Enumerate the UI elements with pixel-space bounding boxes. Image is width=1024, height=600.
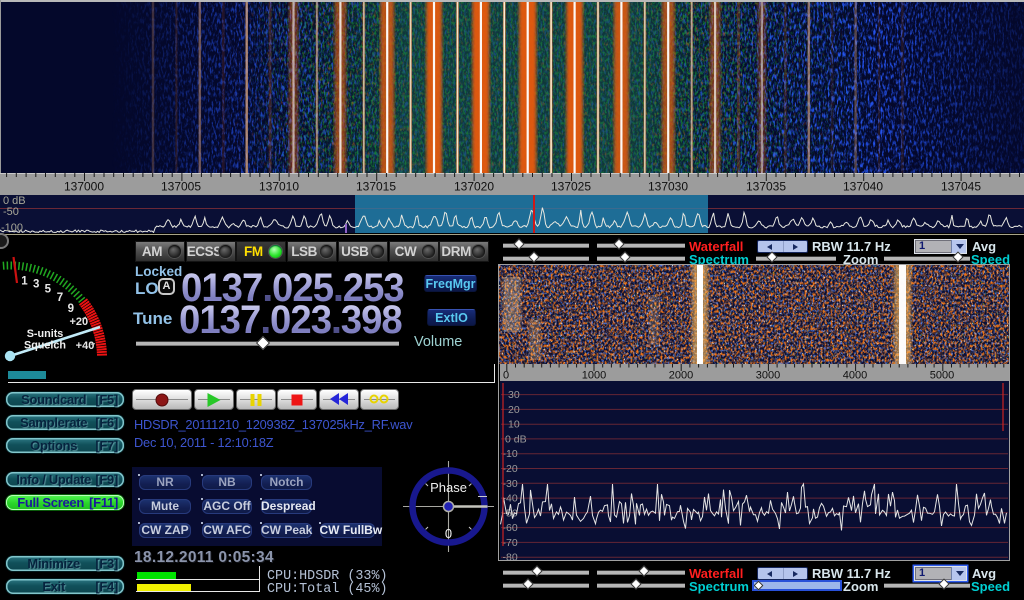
svg-text:Phase: Phase xyxy=(430,480,467,495)
svg-text:4000: 4000 xyxy=(842,370,866,382)
svg-text:0: 0 xyxy=(445,526,452,541)
svg-text:137010: 137010 xyxy=(259,180,299,194)
svg-text:137020: 137020 xyxy=(454,180,494,194)
svg-text:-60: -60 xyxy=(502,522,517,534)
svg-text:S-units: S-units xyxy=(27,328,64,340)
svg-text:-20: -20 xyxy=(502,463,517,475)
svg-text:3: 3 xyxy=(33,279,39,291)
svg-text:137035: 137035 xyxy=(746,180,786,194)
svg-text:-80: -80 xyxy=(502,552,517,560)
svg-text:5000: 5000 xyxy=(929,370,953,382)
svg-text:137040: 137040 xyxy=(843,180,883,194)
svg-text:-30: -30 xyxy=(502,478,517,490)
svg-text:3000: 3000 xyxy=(755,370,779,382)
svg-text:5: 5 xyxy=(45,284,52,296)
svg-text:0: 0 xyxy=(502,370,508,382)
svg-text:+40: +40 xyxy=(76,340,95,352)
svg-text:137025: 137025 xyxy=(551,180,591,194)
svg-text:Squelch: Squelch xyxy=(24,340,66,352)
svg-text:20: 20 xyxy=(508,404,520,416)
svg-text:10: 10 xyxy=(508,419,520,431)
svg-text:-70: -70 xyxy=(502,537,517,549)
svg-text:137005: 137005 xyxy=(161,180,201,194)
svg-text:137030: 137030 xyxy=(648,180,688,194)
svg-text:7: 7 xyxy=(57,292,63,304)
svg-text:137045: 137045 xyxy=(941,180,981,194)
svg-text:9: 9 xyxy=(68,303,74,315)
svg-text:137015: 137015 xyxy=(356,180,396,194)
svg-text:-10: -10 xyxy=(502,448,517,460)
svg-text:2000: 2000 xyxy=(668,370,692,382)
svg-text:0 dB: 0 dB xyxy=(505,433,527,445)
svg-text:30: 30 xyxy=(508,389,520,401)
svg-text:137000: 137000 xyxy=(64,180,104,194)
svg-text:1000: 1000 xyxy=(581,370,605,382)
svg-text:1: 1 xyxy=(21,275,28,287)
